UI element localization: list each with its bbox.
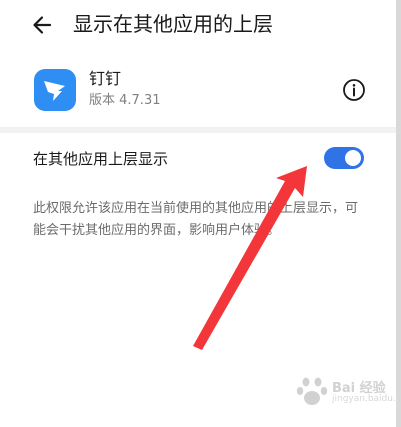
right-edge-bar xyxy=(396,0,401,427)
top-bar: 显示在其他应用的上层 xyxy=(0,0,401,50)
permission-description: 此权限允许该应用在当前使用的其他应用的上层显示，可能会干扰其他应用的界面，影响用… xyxy=(33,201,359,238)
app-name: 钉钉 xyxy=(89,69,122,88)
toggle-knob xyxy=(345,150,361,166)
app-info-row: 钉钉 版本 4.7.31 xyxy=(0,58,401,122)
dingtalk-app-icon xyxy=(34,69,76,111)
paw-logo-icon xyxy=(296,377,328,405)
info-icon[interactable] xyxy=(342,78,366,102)
watermark-url: jingyan.baidu.com xyxy=(332,394,401,404)
page-title: 显示在其他应用的上层 xyxy=(73,12,273,36)
app-version: 版本 4.7.31 xyxy=(89,93,161,108)
overlay-permission-row[interactable]: 在其他应用上层显示 xyxy=(0,137,401,181)
back-arrow-icon[interactable] xyxy=(26,8,60,42)
overlay-toggle[interactable] xyxy=(324,147,364,169)
setting-label: 在其他应用上层显示 xyxy=(33,150,169,168)
baidu-jingyan-watermark: Bai 经验 jingyan.baidu.com xyxy=(292,371,401,411)
section-divider xyxy=(0,127,401,133)
